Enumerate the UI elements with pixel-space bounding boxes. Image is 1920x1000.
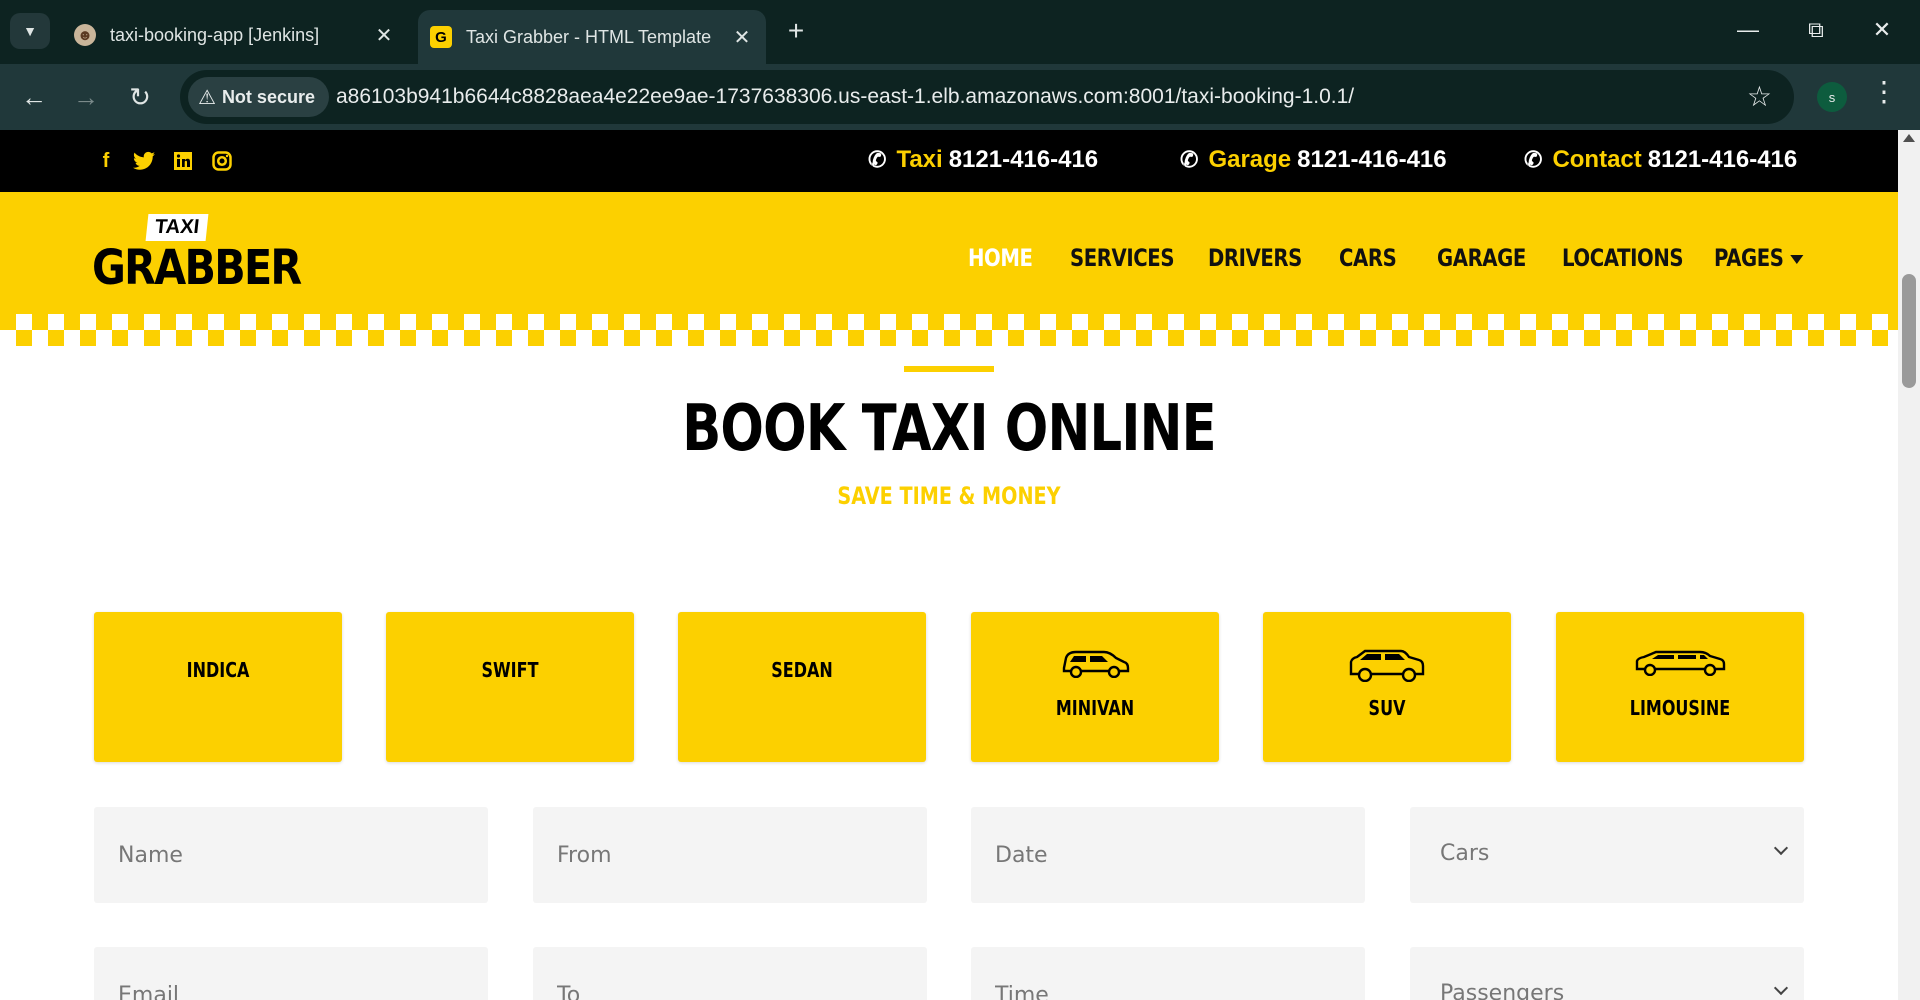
back-button[interactable]: ← [14, 77, 54, 117]
tab-search-button[interactable]: ▼ [10, 13, 50, 49]
bookmark-star-icon[interactable]: ☆ [1747, 80, 1772, 113]
top-contact-bar: f ✆ Taxi 8121-416-416 ✆ Garage 8121-416-… [0, 130, 1898, 192]
section-title: BOOK TAXI ONLINE [682, 392, 1216, 466]
passengers-select[interactable]: Passengers [1410, 947, 1804, 1000]
new-tab-button[interactable]: + [780, 15, 812, 47]
to-input[interactable] [533, 947, 927, 1000]
facebook-icon[interactable]: f [94, 149, 118, 173]
nav-drivers[interactable]: DRIVERS [1208, 244, 1302, 272]
contact-label: Contact [1552, 146, 1642, 173]
browser-tab-jenkins[interactable]: ☻ taxi-booking-app [Jenkins] ✕ [64, 10, 408, 60]
car-type-minivan[interactable]: MINIVAN [971, 612, 1219, 762]
chevron-down-icon [1773, 840, 1789, 856]
car-type-limousine[interactable]: LIMOUSINE [1556, 612, 1804, 762]
time-input[interactable] [971, 947, 1365, 1000]
reload-button[interactable]: ↻ [120, 77, 160, 117]
chevron-down-icon: ▼ [23, 23, 37, 39]
logo-taxi-badge: TAXI [145, 214, 209, 241]
logo-wordmark: GRABBER [92, 240, 302, 296]
contact-general[interactable]: ✆ Contact 8121-416-416 [1524, 146, 1797, 174]
suv-icon [1349, 649, 1425, 682]
tab-title: taxi-booking-app [Jenkins] [110, 24, 320, 45]
minivan-icon [1062, 650, 1130, 678]
window-close-button[interactable]: ✕ [1858, 10, 1906, 50]
email-input[interactable] [94, 947, 488, 1000]
car-type-label: SEDAN [771, 658, 833, 682]
linkedin-icon[interactable] [171, 149, 195, 173]
checkered-divider [0, 314, 1898, 346]
car-type-swift[interactable]: SWIFT [386, 612, 634, 762]
car-type-label: SUV [1368, 696, 1406, 720]
name-input[interactable] [94, 807, 488, 903]
contact-number: 8121-416-416 [1647, 146, 1798, 173]
jenkins-favicon-icon: ☻ [74, 24, 96, 46]
passengers-select-value: Passengers [1440, 981, 1565, 1000]
phone-icon: ✆ [868, 147, 887, 172]
instagram-icon[interactable] [210, 149, 234, 173]
section-subtitle: SAVE TIME & MONEY [837, 482, 1061, 510]
browser-tab-strip: ▼ ☻ taxi-booking-app [Jenkins] ✕ G Taxi … [0, 0, 1920, 64]
title-accent-bar [904, 366, 994, 372]
page-viewport: f ✆ Taxi 8121-416-416 ✆ Garage 8121-416-… [0, 130, 1898, 1000]
address-bar[interactable]: ⚠ Not secure a86103b941b6644c8828aea4e22… [180, 70, 1794, 124]
tab-title: Taxi Grabber - HTML Template [466, 26, 712, 47]
browser-toolbar: ← → ↻ ⚠ Not secure a86103b941b6644c8828a… [0, 64, 1920, 130]
contact-garage[interactable]: ✆ Garage 8121-416-416 [1180, 146, 1447, 174]
contact-label: Taxi [896, 146, 943, 173]
chevron-down-icon [1773, 980, 1789, 996]
contact-number: 8121-416-416 [1297, 146, 1447, 173]
car-type-indica[interactable]: INDICA [94, 612, 342, 762]
browser-menu-icon[interactable]: ⋮ [1870, 78, 1898, 106]
cars-select-value: Cars [1440, 841, 1490, 866]
contact-label: Garage [1208, 146, 1292, 173]
security-label: Not secure [221, 86, 315, 107]
restore-button[interactable]: ⧉ [1792, 10, 1840, 50]
caret-down-icon [1790, 254, 1804, 264]
contact-number: 8121-416-416 [948, 146, 1099, 173]
warning-icon: ⚠ [198, 86, 216, 109]
forward-button[interactable]: → [66, 77, 106, 117]
page-scrollbar[interactable] [1898, 130, 1920, 1000]
contact-taxi[interactable]: ✆ Taxi 8121-416-416 [868, 146, 1098, 174]
browser-tab-taxi-grabber[interactable]: G Taxi Grabber - HTML Template ✕ [418, 10, 766, 64]
nav-services[interactable]: SERVICES [1070, 244, 1175, 272]
car-type-label: MINIVAN [1055, 696, 1135, 720]
twitter-icon[interactable] [132, 149, 156, 173]
minimize-button[interactable]: — [1724, 10, 1772, 50]
from-input[interactable] [533, 807, 927, 903]
cars-select[interactable]: Cars [1410, 807, 1804, 903]
grabber-favicon-icon: G [430, 26, 452, 48]
close-icon[interactable]: ✕ [370, 23, 398, 48]
phone-icon: ✆ [1524, 147, 1543, 172]
close-icon[interactable]: ✕ [728, 25, 756, 50]
nav-locations[interactable]: LOCATIONS [1562, 244, 1684, 272]
nav-home[interactable]: HOME [968, 244, 1033, 272]
car-type-label: LIMOUSINE [1629, 696, 1731, 720]
url-text[interactable]: a86103b941b6644c8828aea4e22ee9ae-1737638… [336, 85, 1354, 109]
limousine-icon [1635, 650, 1726, 676]
car-type-label: INDICA [186, 658, 250, 682]
phone-icon: ✆ [1180, 147, 1199, 172]
car-type-label: SWIFT [481, 658, 539, 682]
scroll-up-arrow-icon[interactable] [1903, 134, 1915, 142]
car-type-sedan[interactable]: SEDAN [678, 612, 926, 762]
nav-pages-label: PAGES [1714, 244, 1784, 272]
profile-avatar[interactable]: s [1817, 82, 1847, 112]
date-input[interactable] [971, 807, 1365, 903]
car-type-suv[interactable]: SUV [1263, 612, 1511, 762]
nav-pages-dropdown[interactable]: PAGES [1714, 244, 1804, 272]
scrollbar-thumb[interactable] [1902, 274, 1916, 388]
site-header: TAXI GRABBER HOME SERVICES DRIVERS CARS … [0, 192, 1898, 314]
nav-garage[interactable]: GARAGE [1437, 244, 1526, 272]
nav-cars[interactable]: CARS [1339, 244, 1397, 272]
security-indicator[interactable]: ⚠ Not secure [188, 77, 329, 117]
